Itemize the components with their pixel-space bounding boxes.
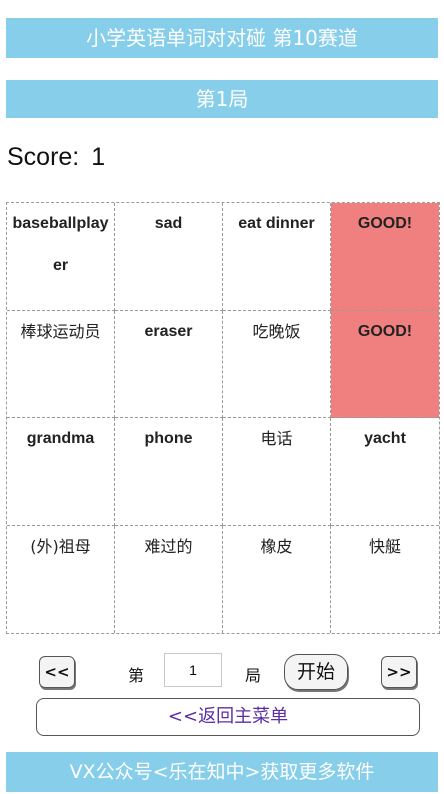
next-round-button[interactable]: >> (381, 656, 417, 688)
score-value: 1 (91, 143, 106, 171)
grid-cell-14[interactable]: 难过的 (115, 525, 223, 633)
word-grid: baseballplayer sad eat dinner GOOD! 棒球运动… (6, 202, 440, 634)
round-number-input[interactable] (164, 653, 222, 687)
grid-cell-15[interactable]: 橡皮 (223, 525, 331, 633)
footer-banner: VX公众号<乐在知中>获取更多软件 (6, 752, 438, 792)
grid-cell-13[interactable]: (外)祖母 (7, 525, 115, 633)
grid-cell-12[interactable]: yacht (331, 418, 439, 526)
score-label: Score: (7, 143, 80, 171)
app-title: 小学英语单词对对碰 第10赛道 (6, 18, 438, 58)
round-prefix-label: 第 (128, 666, 145, 685)
grid-cell-3[interactable]: eat dinner (223, 203, 331, 311)
grid-cell-16[interactable]: 快艇 (331, 526, 439, 634)
grid-cell-9[interactable]: grandma (7, 418, 115, 526)
grid-cell-7[interactable]: 吃晚饭 (223, 310, 331, 418)
start-button[interactable]: 开始 (284, 654, 348, 690)
grid-cell-8[interactable]: GOOD! (331, 310, 439, 418)
grid-cell-11[interactable]: 电话 (223, 418, 331, 526)
round-controls: << 第 局 开始 >> (0, 652, 444, 692)
grid-cell-1[interactable]: baseballplayer (7, 203, 115, 311)
grid-cell-10[interactable]: phone (115, 418, 223, 526)
prev-round-button[interactable]: << (39, 656, 75, 688)
score-display: Score: 1 (7, 143, 105, 172)
grid-cell-6[interactable]: eraser (115, 310, 223, 418)
back-to-main-menu-button[interactable]: <<返回主菜单 (36, 698, 420, 736)
grid-cell-5[interactable]: 棒球运动员 (7, 310, 115, 418)
round-title: 第1局 (6, 80, 438, 118)
round-suffix-label: 局 (245, 666, 262, 685)
grid-cell-4[interactable]: GOOD! (331, 203, 439, 311)
grid-cell-2[interactable]: sad (115, 203, 223, 311)
